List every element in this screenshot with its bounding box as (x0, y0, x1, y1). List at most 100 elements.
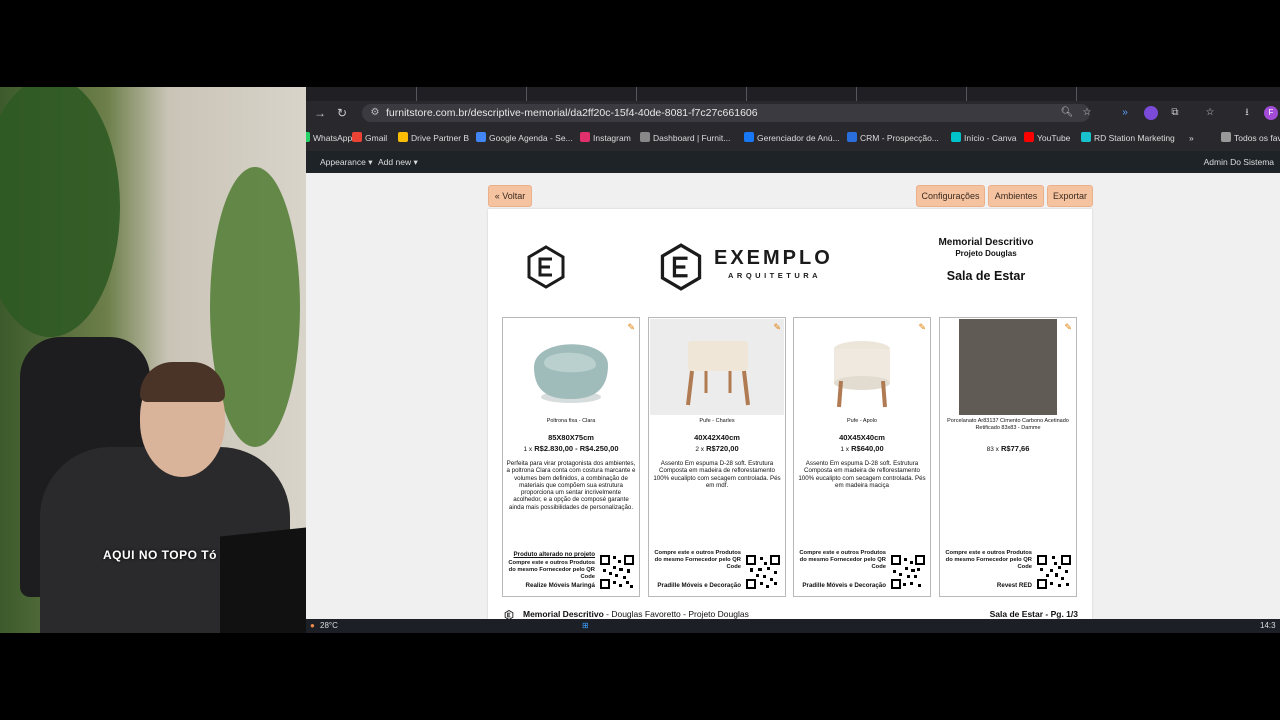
product-quantity: 1 x (840, 446, 850, 453)
footer-details: - Douglas Favoretto - Projeto Douglas (603, 609, 749, 619)
qr-code-icon[interactable] (599, 554, 635, 590)
browser-tab[interactable] (856, 87, 967, 101)
bookmark-item[interactable]: Instagram (580, 131, 631, 145)
product-altered-link[interactable]: Produto alterado no projeto (507, 551, 595, 558)
brand-subtitle: ARQUITETURA (728, 271, 822, 280)
export-button[interactable]: Exportar (1047, 185, 1093, 207)
edit-pencil-icon[interactable]: ✎ (918, 322, 926, 333)
admin-bar: Appearance ▾ Add new ▾ Admin Do Sistema (306, 151, 1280, 173)
video-caption: AQUI NO TOPO Tó (103, 548, 217, 562)
forward-icon[interactable]: → (312, 105, 328, 121)
add-new-menu[interactable]: Add new ▾ (378, 155, 418, 169)
edit-pencil-icon[interactable]: ✎ (1064, 322, 1072, 333)
bookmark-favicon-icon (951, 132, 961, 142)
product-price: 83 x R$77,66 (942, 444, 1074, 453)
extension-icon[interactable] (1144, 106, 1158, 120)
plant-decoration (0, 87, 120, 337)
qr-code-icon[interactable] (745, 554, 781, 590)
brand-logo-icon (660, 243, 702, 291)
start-icon[interactable]: ⊞ (582, 620, 589, 632)
product-description: Assento Em espuma D-28 soft. Estrutura C… (653, 460, 781, 489)
product-card: ✎ Poltrona fixa - Clara 85X80X75cm 1 x R… (502, 317, 640, 597)
browser-tab[interactable] (526, 87, 637, 101)
add-new-label: Add new (378, 157, 412, 167)
bookmark-label: Gmail (365, 133, 388, 143)
weather-icon[interactable]: ● (310, 620, 315, 632)
bookmark-item[interactable]: » (1189, 131, 1194, 145)
footer-info: Memorial Descritivo - Douglas Favoretto … (523, 609, 749, 619)
price-value: R$77,66 (1001, 444, 1030, 453)
edit-pencil-icon[interactable]: ✎ (773, 322, 781, 333)
bookmark-favicon-icon (580, 132, 590, 142)
bookmark-star-icon[interactable]: ☆ (1203, 106, 1217, 120)
bookmark-favicon-icon (352, 132, 362, 142)
browser-tab[interactable] (416, 87, 527, 101)
bookmark-item[interactable]: CRM - Prospecção... (847, 131, 939, 145)
price-value: R$2.830,00 - R$4.250,00 (534, 444, 619, 453)
rooms-button[interactable]: Ambientes (988, 185, 1044, 207)
qr-code-icon[interactable] (1036, 554, 1072, 590)
bookmark-favicon-icon (847, 132, 857, 142)
bookmark-item[interactable]: Drive Partner B (398, 131, 469, 145)
admin-user[interactable]: Admin Do Sistema (1204, 155, 1274, 169)
buy-more-text: Compre este e outros Produtos do mesmo F… (508, 560, 595, 580)
edit-pencil-icon[interactable]: ✎ (627, 322, 635, 333)
bookmark-item[interactable]: Gerenciador de Anú... (744, 131, 840, 145)
product-price: 1 x R$2.830,00 - R$4.250,00 (505, 444, 637, 453)
address-row: → ↻ ⚙ furnitstore.com.br/descriptive-mem… (306, 101, 1280, 125)
product-description: Assento Em espuma D-28 soft. Estrutura C… (798, 460, 926, 489)
product-card: ✎ Pufe - Charles 40X42X40cm 2 x R$720,00… (648, 317, 786, 597)
product-description: Perfeita para virar protagonista dos amb… (506, 460, 636, 511)
memorial-document: EXEMPLO ARQUITETURA Memorial Descritivo … (488, 209, 1092, 629)
back-button[interactable]: « Voltar (488, 185, 532, 207)
url-bar[interactable]: ⚙ furnitstore.com.br/descriptive-memoria… (362, 104, 1091, 122)
bookmark-item[interactable]: RD Station Marketing (1081, 131, 1175, 145)
product-name: Pufe - Apolo (847, 418, 877, 424)
bookmark-label: Drive Partner B (411, 133, 470, 143)
star-icon[interactable]: ☆ (1080, 106, 1094, 120)
settings-button[interactable]: Configurações (916, 185, 985, 207)
site-info-icon[interactable]: ⚙ (368, 106, 382, 120)
bookmark-item[interactable]: Gmail (352, 131, 387, 145)
profile-icon[interactable]: F (1264, 106, 1278, 120)
browser-tab[interactable] (636, 87, 747, 101)
product-image (795, 319, 929, 415)
url-text[interactable]: furnitstore.com.br/descriptive-memorial/… (386, 106, 758, 120)
product-dimensions: 40X42X40cm (694, 433, 740, 442)
download-icon[interactable]: ⭳ (1240, 106, 1254, 120)
brand-name: EXEMPLO (714, 247, 833, 269)
bookmark-label: Início - Canva (964, 133, 1017, 143)
bookmark-item[interactable]: Google Agenda - Se... (476, 131, 573, 145)
bookmark-item[interactable]: Início - Canva (951, 131, 1016, 145)
document-title: Memorial Descritivo (938, 237, 1034, 248)
weather-temp[interactable]: 28°C (320, 620, 338, 632)
bookmark-item[interactable]: YouTube (1024, 131, 1070, 145)
browser-tab[interactable] (966, 87, 1077, 101)
product-dimensions: 85X80X75cm (548, 433, 594, 442)
browser-tab[interactable] (746, 87, 857, 101)
product-quantity: 83 x (986, 446, 999, 453)
bookmark-label: CRM - Prospecção... (860, 133, 939, 143)
buy-more-text: Compre este e outros Produtos do mesmo F… (799, 550, 886, 570)
bookmarks-bar: WhatsApp Gmail Drive Partner B Google Agend… (306, 125, 1280, 152)
bookmark-favicon-icon (744, 132, 754, 142)
brand-logo-icon (527, 245, 565, 289)
product-card: ✎ Pufe - Apolo 40X45X40cm 1 x R$640,00 A… (793, 317, 931, 597)
page-content: « Voltar Configurações Ambientes Exporta… (306, 173, 1280, 629)
bookmark-label: Dashboard | Furnit... (653, 133, 731, 143)
bookmark-item[interactable]: Dashboard | Furnit... (640, 131, 730, 145)
bookmark-label: Instagram (593, 133, 631, 143)
bookmark-item[interactable]: Todos os fav (1221, 131, 1280, 145)
browser-tab[interactable] (306, 87, 417, 101)
product-quantity: 2 x (695, 446, 705, 453)
reload-icon[interactable]: ↻ (334, 105, 350, 121)
bookmark-label: WhatsApp (313, 133, 353, 143)
appearance-menu[interactable]: Appearance ▾ (320, 155, 372, 169)
zoom-icon[interactable]: 🔍︎ (1060, 106, 1074, 120)
bookmark-favicon-icon (1081, 132, 1091, 142)
extension-icon[interactable]: » (1118, 106, 1132, 120)
clock[interactable]: 14:3 (1260, 620, 1276, 632)
puzzle-icon[interactable]: ⧉ (1168, 106, 1182, 120)
bookmark-item[interactable]: WhatsApp (306, 131, 352, 145)
qr-code-icon[interactable] (890, 554, 926, 590)
